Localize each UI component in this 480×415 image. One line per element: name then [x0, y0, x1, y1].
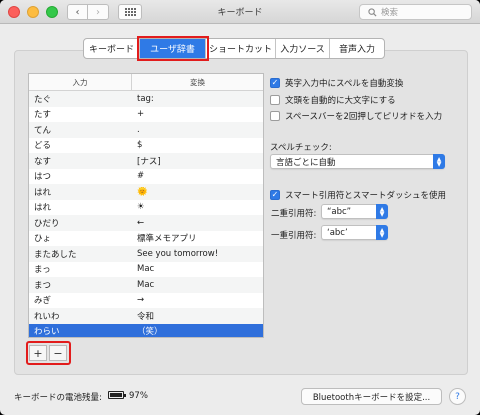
- search-icon: [368, 7, 377, 17]
- input-cell: たす: [34, 110, 52, 121]
- tab-user-dictionary[interactable]: ユーザ辞書: [137, 36, 209, 61]
- search-field[interactable]: 検索: [359, 4, 472, 20]
- spelling-value: 言語ごとに自動: [276, 157, 336, 168]
- battery-level-label: キーボードの電池残量:: [14, 393, 102, 403]
- single-quote-value: ‘abc’: [327, 227, 348, 238]
- updown-arrows-icon: ▲ ▼: [376, 204, 388, 219]
- table-header: 入力 変換: [29, 74, 263, 91]
- tab-bar: キーボード ユーザ辞書 ショートカット 入力ソース 音声入力: [83, 36, 385, 61]
- output-cell: #: [137, 171, 145, 182]
- double-space-period-checkbox[interactable]: スペースバーを2回押してピリオドを入力: [270, 110, 442, 122]
- output-cell: （笑）: [137, 327, 163, 338]
- table-row[interactable]: わらい （笑）: [29, 323, 263, 338]
- input-cell: なす: [34, 156, 52, 167]
- table-row[interactable]: たす +: [29, 107, 263, 123]
- double-quote-value: “abc”: [327, 206, 352, 217]
- table-row[interactable]: てん.: [29, 122, 263, 138]
- table-row[interactable]: どる $: [29, 138, 263, 154]
- battery-percent: 97%: [129, 391, 148, 401]
- output-cell: .: [137, 124, 140, 135]
- table-row[interactable]: はれ 🌞: [29, 184, 263, 200]
- remove-entry-button[interactable]: −: [49, 345, 67, 361]
- output-cell: $: [137, 140, 143, 151]
- double-space-period-label: スペースバーを2回押してピリオドを入力: [285, 112, 443, 122]
- output-cell: Mac: [137, 264, 155, 275]
- smart-quotes-label: スマート引用符とスマートダッシュを使用: [285, 191, 446, 201]
- input-cell: みぎ: [34, 296, 52, 307]
- add-entry-button[interactable]: +: [29, 345, 47, 361]
- double-quote-popup[interactable]: “abc” ▲ ▼: [321, 204, 388, 219]
- smart-quotes-checkbox[interactable]: ✓ スマート引用符とスマートダッシュを使用: [270, 189, 446, 201]
- table-row[interactable]: れいわ 令和: [29, 308, 263, 324]
- single-quote-popup[interactable]: ‘abc’ ▲ ▼: [321, 225, 388, 240]
- output-cell: 令和: [137, 311, 155, 322]
- input-cell: ひだり: [34, 218, 60, 229]
- checkmark-icon: ✓: [270, 190, 280, 200]
- output-cell: See you tomorrow!: [137, 248, 219, 259]
- output-cell: ☀: [137, 202, 145, 213]
- tab-input-sources[interactable]: 入力ソース: [276, 39, 330, 58]
- table-row[interactable]: なす [ナス]: [29, 153, 263, 169]
- checkmark-icon: ✓: [270, 78, 280, 88]
- table-row[interactable]: まつ Mac: [29, 277, 263, 293]
- search-placeholder: 検索: [381, 8, 399, 18]
- table-row[interactable]: たぐ tag:: [29, 91, 263, 107]
- auto-capitalize-label: 文頭を自動的に大文字にする: [285, 96, 396, 106]
- input-cell: どる: [34, 141, 52, 152]
- input-cell: はれ: [34, 203, 52, 214]
- updown-arrows-icon: ▲ ▼: [433, 154, 445, 169]
- auto-correct-label: 英字入力中にスペルを自動変換: [285, 79, 404, 89]
- input-cell: わらい: [34, 327, 60, 338]
- output-cell: tag:: [137, 93, 154, 104]
- output-cell: +: [137, 109, 145, 120]
- tab-shortcuts[interactable]: ショートカット: [206, 39, 276, 58]
- battery-icon: [108, 391, 126, 399]
- table-row[interactable]: またあした See you tomorrow!: [29, 246, 263, 262]
- input-cell: たぐ: [34, 94, 52, 105]
- output-cell: Mac: [137, 279, 155, 290]
- output-cell: 🌞: [137, 186, 148, 197]
- table-row[interactable]: ひだり ←: [29, 215, 263, 231]
- preferences-window: ‹ › キーボード 検索 キーボード ユーザ辞書 ショートカット 入力ソース 音…: [0, 0, 480, 415]
- input-cell: またあした: [34, 249, 77, 260]
- tab-keyboard[interactable]: キーボード: [84, 39, 140, 58]
- input-cell: まつ: [34, 280, 52, 291]
- column-header-input[interactable]: 入力: [29, 74, 132, 90]
- output-cell: 標準メモアプリ: [137, 234, 197, 245]
- auto-capitalize-checkbox[interactable]: 文頭を自動的に大文字にする: [270, 94, 396, 106]
- checkbox-empty-icon: [270, 111, 280, 121]
- table-row[interactable]: はれ ☀: [29, 200, 263, 216]
- spelling-popup[interactable]: 言語ごとに自動 ▲ ▼: [270, 154, 445, 169]
- input-cell: れいわ: [34, 311, 60, 322]
- auto-correct-checkbox[interactable]: ✓ 英字入力中にスペルを自動変換: [270, 77, 403, 89]
- output-cell: →: [137, 295, 145, 306]
- column-header-output[interactable]: 変換: [132, 74, 263, 90]
- tab-dictation[interactable]: 音声入力: [330, 39, 384, 58]
- input-cell: はつ: [34, 172, 52, 183]
- input-cell: まっ: [34, 265, 51, 276]
- table-row[interactable]: まっ Mac: [29, 262, 263, 278]
- table-row[interactable]: みぎ →: [29, 293, 263, 309]
- table-body: たぐ tag: たす + てん. どる $ なす [ナス] はつ # はれ 🌞 はれ ☀ ひだり ← ひょ 標準メモ…: [29, 91, 263, 338]
- text-replacement-table[interactable]: 入力 変換 たぐ tag: たす + てん. どる $ なす [ナス] はつ # はれ 🌞 はれ ☀ ひだり ←…: [28, 73, 264, 338]
- table-row[interactable]: はつ #: [29, 169, 263, 185]
- setup-bluetooth-keyboard-button[interactable]: Bluetoothキーボードを設定...: [301, 388, 442, 405]
- help-button[interactable]: ?: [449, 388, 466, 405]
- input-cell: はれ: [34, 187, 52, 198]
- input-cell: ひょ: [34, 234, 52, 245]
- table-row[interactable]: ひょ 標準メモアプリ: [29, 231, 263, 247]
- updown-arrows-icon: ▲ ▼: [376, 225, 388, 240]
- double-quote-label: 二重引用符:: [271, 209, 317, 219]
- checkbox-empty-icon: [270, 95, 280, 105]
- spelling-label: スペルチェック:: [270, 143, 332, 153]
- input-cell: てん: [34, 125, 52, 136]
- output-cell: ←: [137, 217, 145, 228]
- titlebar: ‹ › キーボード 検索: [0, 0, 480, 24]
- output-cell: [ナス]: [137, 156, 161, 167]
- single-quote-label: 一重引用符:: [271, 231, 317, 241]
